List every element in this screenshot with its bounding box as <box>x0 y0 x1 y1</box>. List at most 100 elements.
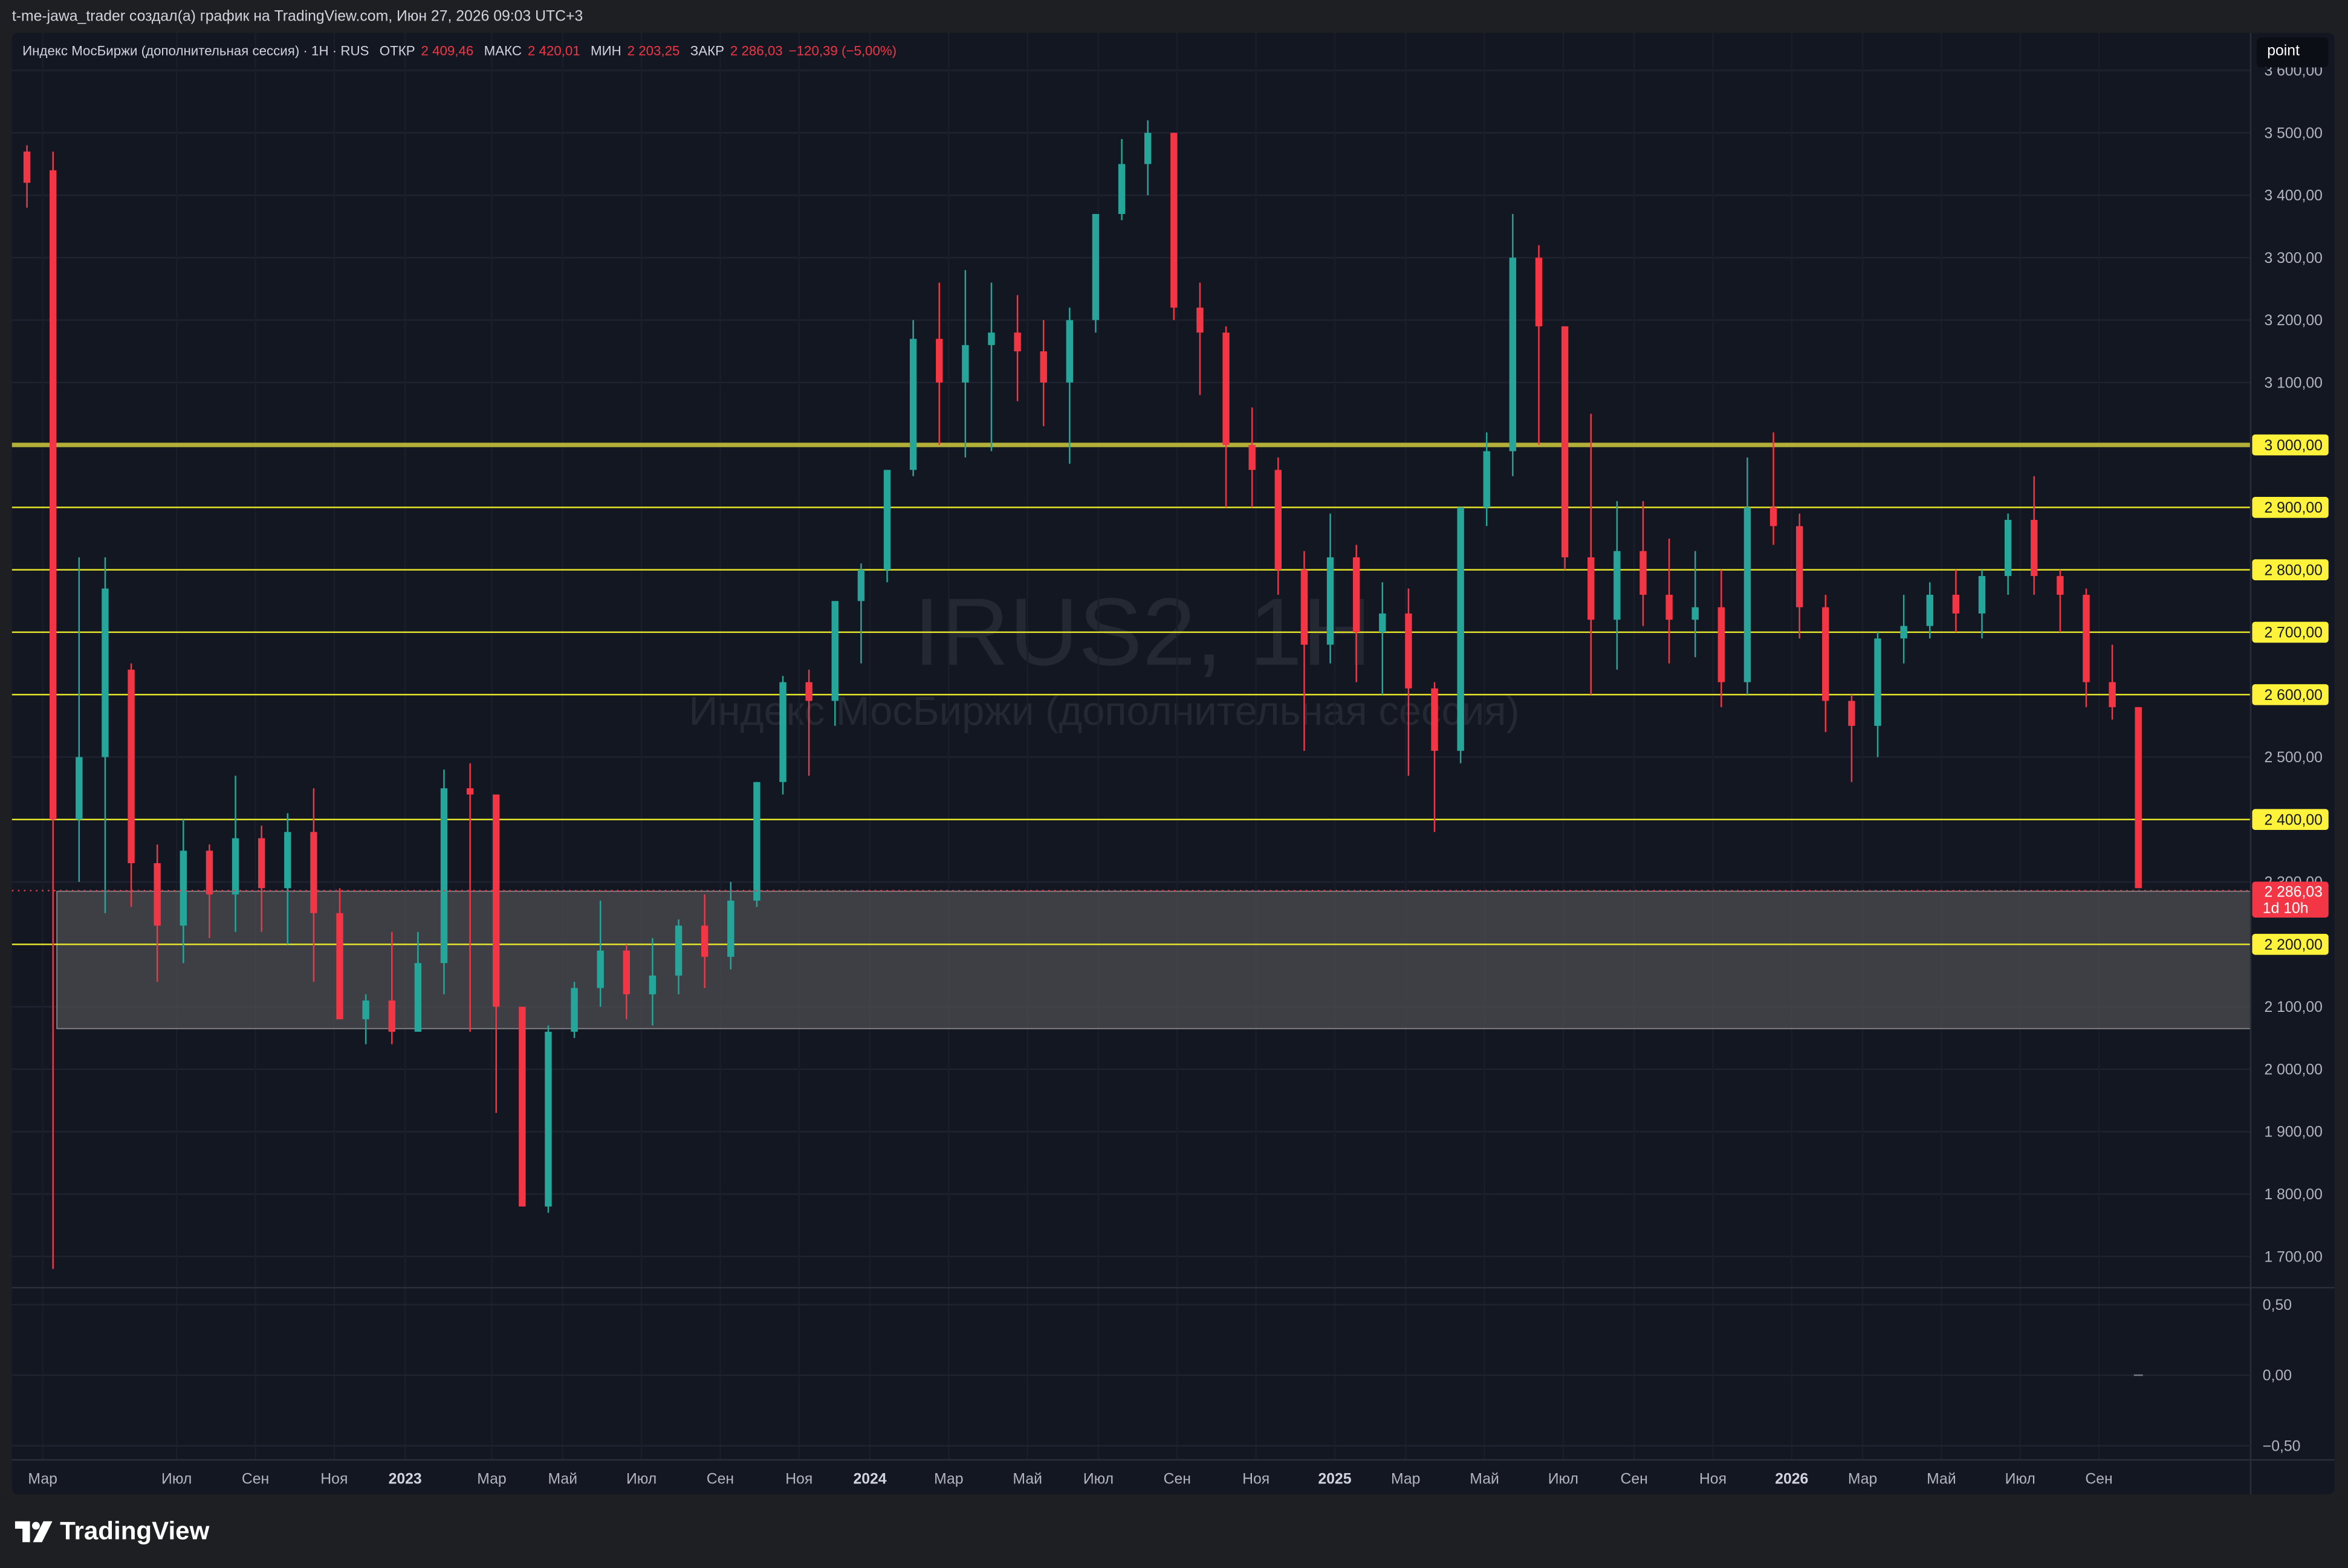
candle-body-down <box>1717 607 1725 682</box>
candle-body-up <box>545 1031 552 1207</box>
candle-body-down <box>1952 594 1960 614</box>
level-label: 2 200,00 <box>2264 937 2322 953</box>
legend-open-value: 2 409,46 <box>421 43 474 59</box>
candle-body-down <box>1352 557 1360 632</box>
candle-body-up <box>1118 164 1126 214</box>
time-month-label: Ноя <box>785 1471 812 1488</box>
indicator-tick-label: 0,50 <box>2263 1297 2292 1314</box>
candle-body-down <box>1431 688 1438 751</box>
time-month-label: Ноя <box>1242 1471 1270 1488</box>
candle-body-down <box>1587 557 1595 620</box>
candle-body-down <box>206 850 213 895</box>
candle-body-up <box>909 339 917 470</box>
candle-body-down <box>50 170 57 820</box>
candle-body-up <box>1743 507 1751 682</box>
level-label: 2 700,00 <box>2264 625 2322 641</box>
candle-body-down <box>1196 307 1204 333</box>
price-tick-label: 2 100,00 <box>2264 999 2322 1016</box>
candle-body-up <box>1900 626 1907 639</box>
candle-body-down <box>1222 332 1230 445</box>
time-month-label: Сен <box>1164 1471 1191 1488</box>
candle-body-up <box>1691 607 1699 620</box>
candle-body-down <box>128 669 135 864</box>
last-price-countdown: 1d 10h <box>2263 901 2309 917</box>
candle-body-down <box>154 863 161 926</box>
candle-body-up <box>1613 551 1621 620</box>
time-year-label: 2026 <box>1775 1471 1808 1488</box>
time-month-label: Ноя <box>1699 1471 1727 1488</box>
candle-body-down <box>1822 607 1829 701</box>
time-month-label: Сен <box>707 1471 734 1488</box>
level-label: 2 900,00 <box>2264 500 2322 516</box>
candle-body-down <box>2031 520 2038 576</box>
time-month-label: Мар <box>934 1471 963 1488</box>
tradingview-logo-text: TradingView <box>60 1517 210 1546</box>
candle-body-down <box>1014 332 1021 352</box>
indicator-tick-label: 0,00 <box>2263 1368 2292 1384</box>
candle-body-up <box>1066 320 1074 383</box>
candle-body-up <box>831 601 838 701</box>
candle-body-up <box>649 975 657 994</box>
legend: Индекс МосБиржи (дополнительная сессия) … <box>22 44 897 59</box>
time-month-label: Июл <box>1548 1471 1578 1488</box>
level-label: 3 000,00 <box>2264 438 2322 454</box>
candle-body-up <box>1874 638 1881 726</box>
level-label: 2 800,00 <box>2264 562 2322 578</box>
candle-body-down <box>466 788 474 795</box>
candle-body-down <box>1795 526 1803 607</box>
candle-body-up <box>232 838 239 895</box>
time-axis[interactable]: Мар Июл Сен Ноя 2023 Мар Май Июл Сен Ноя 2024 Мар Ма… <box>28 1471 2112 1488</box>
legend-symbol[interactable]: Индекс МосБиржи (дополнительная сессия) … <box>22 44 369 59</box>
candle-body-up <box>883 470 891 570</box>
time-year-label: 2025 <box>1318 1471 1351 1488</box>
price-chart[interactable]: 3 600,003 500,003 400,003 300,003 200,00… <box>0 0 2348 1567</box>
candle-body-up <box>1509 258 1517 452</box>
tradingview-logo-icon <box>15 1521 53 1543</box>
candle-body-up <box>857 569 865 601</box>
candle-body-down <box>1300 569 1308 645</box>
candle-body-down <box>493 794 500 1007</box>
scale-mode-button[interactable]: point <box>2256 37 2329 68</box>
candle-body-down <box>936 339 943 383</box>
price-axis[interactable]: 3 600,003 500,003 400,003 300,003 200,00… <box>2264 63 2322 1265</box>
candle-body-down <box>1170 132 1178 308</box>
candle-body-down <box>2109 682 2116 707</box>
level-label: 2 400,00 <box>2264 812 2322 828</box>
price-tick-label: 3 200,00 <box>2264 313 2322 329</box>
candle-body-down <box>623 950 631 994</box>
tradingview-logo[interactable]: TradingView <box>15 1517 210 1547</box>
price-tick-label: 2 000,00 <box>2264 1061 2322 1078</box>
time-month-label: Сен <box>242 1471 269 1488</box>
candle-body-up <box>180 850 187 926</box>
candle-body-up <box>1978 575 1986 614</box>
candle-body-up <box>1092 213 1100 320</box>
legend-low-label: МИН <box>591 43 621 59</box>
time-month-label: Июл <box>1083 1471 1114 1488</box>
candle-body-up <box>675 925 683 976</box>
time-year-label: 2023 <box>389 1471 422 1488</box>
time-month-label: Ноя <box>320 1471 348 1488</box>
time-month-label: Июл <box>161 1471 192 1488</box>
candle-body-down <box>310 832 317 913</box>
price-tick-label: 3 100,00 <box>2264 375 2322 391</box>
candle-body-up <box>2004 520 2012 576</box>
candle-body-up <box>753 782 761 901</box>
candle-body-up <box>1926 594 1933 626</box>
candle-body-up <box>779 682 786 782</box>
price-tick-label: 1 700,00 <box>2264 1249 2322 1265</box>
time-month-label: Мар <box>1391 1471 1420 1488</box>
candle-body-up <box>1457 507 1464 751</box>
indicator-tick-label: −0,50 <box>2263 1438 2301 1454</box>
candle-body-up <box>1326 557 1334 645</box>
price-tick-label: 2 500,00 <box>2264 750 2322 766</box>
candle-body-up <box>1483 451 1490 508</box>
time-month-label: Мар <box>477 1471 506 1488</box>
candle-body-down <box>1535 258 1543 326</box>
legend-open-label: ОТКР <box>379 43 415 59</box>
candle-body-up <box>102 588 109 757</box>
level-label: 2 600,00 <box>2264 687 2322 704</box>
candle-body-down <box>1848 701 1855 726</box>
time-month-label: Сен <box>2085 1471 2112 1488</box>
candle-body-up <box>571 988 578 1032</box>
legend-high-label: МАКС <box>484 43 522 59</box>
